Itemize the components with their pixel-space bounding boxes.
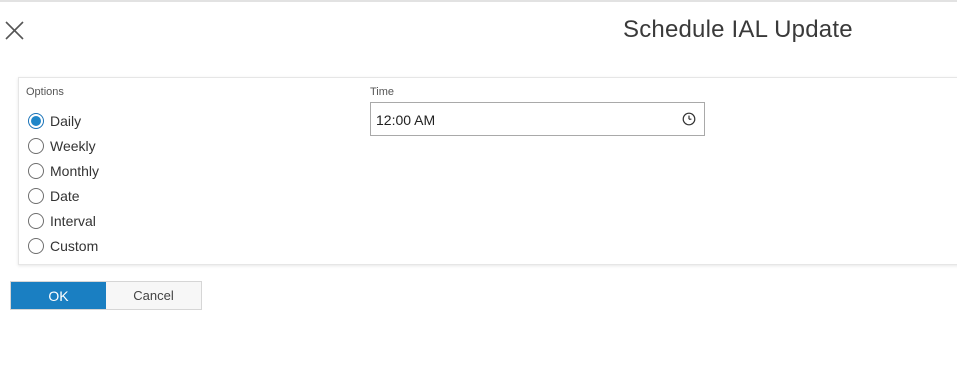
radio-daily[interactable]: Daily [28,108,99,133]
radio-label-weekly: Weekly [50,137,96,154]
radio-button-daily[interactable] [28,112,44,129]
radio-monthly[interactable]: Monthly [28,158,99,183]
radio-label-daily: Daily [50,112,82,129]
options-radio-group: Daily Weekly Monthly Date Interval Custo… [28,108,99,258]
time-value: 12:00 AM [376,112,436,128]
radio-custom[interactable]: Custom [28,233,99,258]
dialog-title: Schedule IAL Update [623,16,853,43]
top-divider [0,0,957,2]
radio-weekly[interactable]: Weekly [28,133,99,158]
ok-button[interactable]: OK [11,282,106,309]
radio-label-monthly: Monthly [50,162,100,179]
time-label: Time [370,86,395,98]
radio-date[interactable]: Date [28,183,99,208]
radio-label-custom: Custom [50,237,99,254]
radio-label-date: Date [50,187,80,204]
options-label: Options [26,86,64,98]
dialog-buttons: OK Cancel [10,281,202,310]
close-icon [4,20,26,42]
radio-button-monthly[interactable] [28,162,44,179]
close-button[interactable] [4,20,26,42]
radio-button-weekly[interactable] [28,137,44,154]
radio-label-interval: Interval [50,212,96,229]
radio-button-interval[interactable] [28,212,44,229]
clock-icon[interactable] [682,112,696,126]
time-input[interactable]: 12:00 AM [370,102,705,136]
cancel-button[interactable]: Cancel [106,282,201,309]
radio-button-custom[interactable] [28,237,44,254]
radio-button-date[interactable] [28,187,44,204]
radio-interval[interactable]: Interval [28,208,99,233]
